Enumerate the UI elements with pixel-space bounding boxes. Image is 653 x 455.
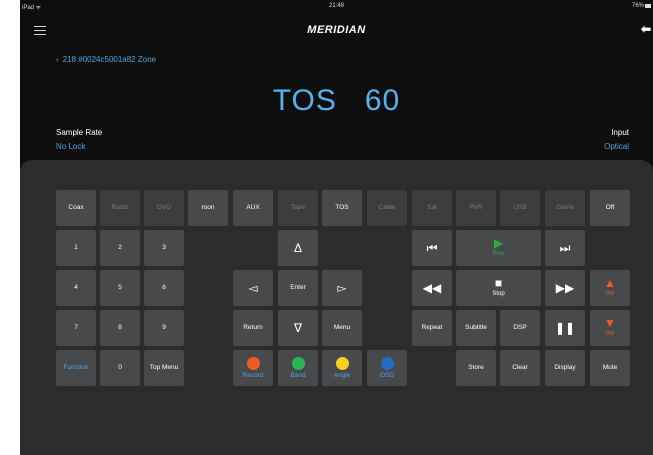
- volume-down-button[interactable]: ▼ Vol: [590, 310, 630, 346]
- play-icon: ▶: [493, 236, 504, 251]
- up-arrow-icon: Δ: [293, 241, 302, 255]
- now-playing-display: TOS 60: [20, 84, 653, 118]
- red-dot-icon: [246, 356, 260, 370]
- pause-button[interactable]: ❚❚: [545, 310, 585, 346]
- angle-button[interactable]: Angle: [322, 350, 362, 386]
- source-tape-button[interactable]: Tape: [278, 190, 318, 226]
- function-button[interactable]: Function: [56, 350, 96, 386]
- source-pvr-button[interactable]: PVR: [456, 190, 496, 226]
- osd-label: OSD: [379, 371, 395, 379]
- band-button[interactable]: Band: [278, 350, 318, 386]
- band-label: Band: [290, 371, 306, 379]
- zone-selector[interactable]: ‹ 218 #0024c5001a82 Zone: [56, 55, 156, 64]
- mute-button[interactable]: Mute: [590, 350, 630, 386]
- numpad-6-button[interactable]: 6: [144, 270, 184, 306]
- status-bar: iPad ᯤ 21:48 76%: [20, 0, 653, 14]
- return-button[interactable]: Return: [233, 310, 273, 346]
- source-cable-button[interactable]: Cable: [367, 190, 407, 226]
- numpad-0-button[interactable]: 0: [100, 350, 140, 386]
- numpad-1-button[interactable]: 1: [56, 230, 96, 266]
- play-label: Play: [492, 251, 505, 258]
- source-sat-button[interactable]: Sat: [412, 190, 452, 226]
- source-aux-button[interactable]: AUX: [233, 190, 273, 226]
- yellow-dot-icon: [335, 356, 349, 370]
- volume-up-icon: ▲: [604, 276, 616, 291]
- rewind-button[interactable]: ◀◀: [412, 270, 452, 306]
- blue-dot-icon: [380, 356, 394, 370]
- numpad-3-button[interactable]: 3: [144, 230, 184, 266]
- power-off-button[interactable]: Off: [590, 190, 630, 226]
- battery-indicator: 76%: [632, 3, 651, 9]
- left-arrow-icon: ◅: [248, 281, 258, 295]
- dsp-button[interactable]: DSP: [500, 310, 540, 346]
- stop-icon: ■: [494, 276, 503, 291]
- status-time: 21:48: [328, 3, 344, 9]
- nav-down-button[interactable]: ∇: [278, 310, 318, 346]
- remote-app: iPad ᯤ 21:48 76% MERIDIAN ⬅ ‹ 218 #0024c5…: [20, 0, 653, 455]
- nav-up-button[interactable]: Δ: [278, 230, 318, 266]
- volume-up-button[interactable]: ▲ Vol: [590, 270, 630, 306]
- battery-level: 76%: [631, 3, 644, 9]
- zone-label: 218 #0024c5001a82 Zone: [62, 55, 157, 64]
- source-roon-button[interactable]: roon: [188, 190, 228, 226]
- volume-display: 60: [364, 84, 401, 117]
- skip-forward-icon: ⏭: [559, 241, 571, 255]
- subtitle-button[interactable]: Subtitle: [456, 310, 496, 346]
- nav-left-button[interactable]: ◅: [233, 270, 273, 306]
- rewind-icon: ◀◀: [422, 281, 442, 295]
- numpad-8-button[interactable]: 8: [100, 310, 140, 346]
- battery-icon: [645, 4, 651, 8]
- record-label: Record: [242, 371, 264, 379]
- volume-up-label: Vol: [605, 291, 615, 298]
- numpad-9-button[interactable]: 9: [144, 310, 184, 346]
- next-track-button[interactable]: ⏭: [545, 230, 585, 266]
- fast-forward-icon: ▶▶: [555, 281, 575, 295]
- source-display: TOS: [272, 84, 337, 117]
- numpad-7-button[interactable]: 7: [56, 310, 96, 346]
- enter-button[interactable]: Enter: [278, 270, 318, 306]
- menu-button[interactable]: Menu: [322, 310, 362, 346]
- right-arrow-icon: ▻: [337, 281, 347, 295]
- input-value: Optical: [604, 142, 629, 151]
- source-coax-button[interactable]: Coax: [56, 190, 96, 226]
- previous-track-button[interactable]: ⏮: [412, 230, 452, 266]
- back-arrow-icon[interactable]: ⬅: [641, 22, 651, 36]
- numpad-2-button[interactable]: 2: [100, 230, 140, 266]
- store-button[interactable]: Store: [456, 350, 496, 386]
- fast-forward-button[interactable]: ▶▶: [545, 270, 585, 306]
- clear-button[interactable]: Clear: [500, 350, 540, 386]
- sample-rate-label: Sample Rate: [56, 128, 103, 137]
- sample-rate-value: No Lock: [56, 142, 86, 151]
- display-button[interactable]: Display: [545, 350, 585, 386]
- source-radio-button[interactable]: Radio: [100, 190, 140, 226]
- nav-right-button[interactable]: ▻: [322, 270, 362, 306]
- source-game-button[interactable]: Game: [545, 190, 585, 226]
- skip-back-icon: ⏮: [426, 241, 438, 255]
- top-menu-button[interactable]: Top Menu: [144, 350, 184, 386]
- source-tos-button[interactable]: TOS: [322, 190, 362, 226]
- source-dvd-button[interactable]: DVD: [144, 190, 184, 226]
- chevron-left-icon: ‹: [56, 55, 59, 64]
- record-button[interactable]: Record: [233, 350, 273, 386]
- source-usb-button[interactable]: USB: [500, 190, 540, 226]
- function-label: Function: [63, 364, 89, 372]
- remote-panel: Coax Radio DVD roon AUX Tape TOS Cable S…: [20, 160, 653, 455]
- stop-button[interactable]: ■ Stop: [456, 270, 541, 306]
- volume-down-icon: ▼: [604, 316, 616, 331]
- osd-button[interactable]: OSD: [367, 350, 407, 386]
- volume-down-label: Vol: [605, 331, 615, 338]
- down-arrow-icon: ∇: [293, 321, 303, 335]
- meridian-logo: MERIDIAN: [307, 24, 366, 36]
- repeat-button[interactable]: Repeat: [412, 310, 452, 346]
- numpad-4-button[interactable]: 4: [56, 270, 96, 306]
- stop-label: Stop: [492, 291, 505, 298]
- angle-label: Angle: [333, 371, 351, 379]
- input-label: Input: [611, 128, 629, 137]
- numpad-5-button[interactable]: 5: [100, 270, 140, 306]
- play-button[interactable]: ▶ Play: [456, 230, 541, 266]
- pause-icon: ❚❚: [554, 321, 576, 335]
- green-dot-icon: [291, 356, 305, 370]
